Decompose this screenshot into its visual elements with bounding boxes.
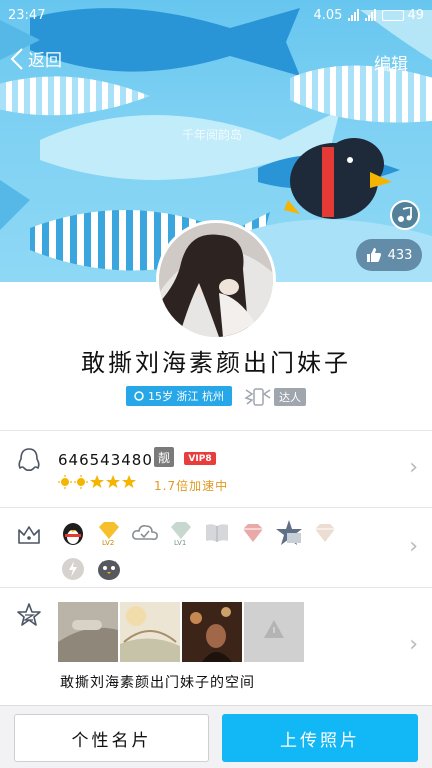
network-speed: 4.05 <box>313 7 343 23</box>
like-count: 433 <box>387 247 413 263</box>
sun-icon <box>58 475 72 489</box>
yellow-diamond-icon[interactable]: LV2 <box>94 518 124 548</box>
penguin-face-icon[interactable] <box>94 554 124 584</box>
clock: 23:47 <box>8 7 46 23</box>
info-tag[interactable]: 15岁 浙江 杭州 <box>126 386 232 406</box>
qq-number-row[interactable]: 646543480 靓 VIP8 1.7倍加速中 › <box>0 430 432 507</box>
qzone-row[interactable]: 敢撕刘海素颜出门妹子的空间 › <box>0 587 432 705</box>
profile-card-button[interactable]: 个性名片 <box>14 714 209 762</box>
qzone-photos <box>58 602 304 662</box>
nickname: 敢撕刘海素颜出门妹子 <box>81 349 351 377</box>
qzone-star-icon <box>17 603 41 626</box>
photo-thumbnail[interactable] <box>182 602 242 662</box>
vip-badge: VIP8 <box>184 452 216 465</box>
qzone-label: 敢撕刘海素颜出门妹子的空间 <box>60 675 255 691</box>
cloud-icon[interactable] <box>130 518 160 548</box>
chevron-right-icon: › <box>409 534 418 559</box>
qq-penguin-icon[interactable] <box>58 518 88 548</box>
book-icon[interactable] <box>202 518 232 548</box>
avatar[interactable] <box>156 220 276 340</box>
avatar-photo <box>159 223 273 337</box>
star-icon <box>106 475 120 488</box>
chevron-left-icon <box>10 47 23 70</box>
thumbs-up-icon <box>366 248 381 262</box>
top-navigation: 返回 编辑 <box>0 40 432 80</box>
chevron-right-icon: › <box>409 455 418 480</box>
upload-photo-button[interactable]: 上传照片 <box>222 714 418 762</box>
badge-grid: LV2 LV1 <box>58 518 348 584</box>
info-tag-text: 15岁 浙江 杭州 <box>148 390 224 403</box>
qq-penguin-outline-icon <box>18 448 40 472</box>
battery-icon: 49 <box>382 8 424 23</box>
signal-icon <box>348 9 360 21</box>
lightning-icon[interactable] <box>58 554 88 584</box>
pale-diamond-icon[interactable] <box>310 518 340 548</box>
back-button[interactable]: 返回 <box>10 46 62 71</box>
photo-thumbnail[interactable] <box>58 602 118 662</box>
status-bar: 23:47 4.05 49 <box>0 0 432 30</box>
svg-text:LV2: LV2 <box>102 539 114 547</box>
profile-tags: 15岁 浙江 杭州 达人 <box>0 386 432 408</box>
green-diamond-icon[interactable]: LV1 <box>166 518 196 548</box>
qq-level-icons <box>58 475 136 489</box>
winged-phone-icon <box>244 388 271 406</box>
signal-icon <box>365 9 377 21</box>
like-button[interactable]: 433 <box>356 239 422 271</box>
music-button[interactable] <box>390 200 420 230</box>
pink-diamond-icon[interactable] <box>238 518 268 548</box>
gender-icon <box>134 391 144 401</box>
sun-icon <box>74 475 88 489</box>
music-note-icon <box>398 207 412 222</box>
badges-row[interactable]: LV2 LV1 › <box>0 507 432 587</box>
photo-thumbnail[interactable] <box>120 602 180 662</box>
star-icon <box>122 475 136 488</box>
speed-text: 1.7倍加速中 <box>154 479 229 493</box>
back-label: 返回 <box>28 51 62 71</box>
crown-icon <box>18 526 40 544</box>
battery-percent: 49 <box>407 7 424 23</box>
star-icon <box>90 475 104 488</box>
cover-watermark: 千年阅韵岛 <box>182 128 243 142</box>
bottom-action-bar: 个性名片 上传照片 <box>0 705 432 768</box>
svg-text:LV1: LV1 <box>174 539 186 547</box>
liang-badge: 靓 <box>154 447 174 467</box>
talent-tag[interactable]: 达人 <box>244 386 306 408</box>
qq-number: 646543480 <box>58 451 153 469</box>
star-badge-icon[interactable] <box>274 518 304 548</box>
photo-thumbnail[interactable] <box>244 602 304 662</box>
chevron-right-icon: › <box>409 632 418 657</box>
talent-badge: 达人 <box>274 388 306 406</box>
edit-button[interactable]: 编辑 <box>374 50 408 75</box>
